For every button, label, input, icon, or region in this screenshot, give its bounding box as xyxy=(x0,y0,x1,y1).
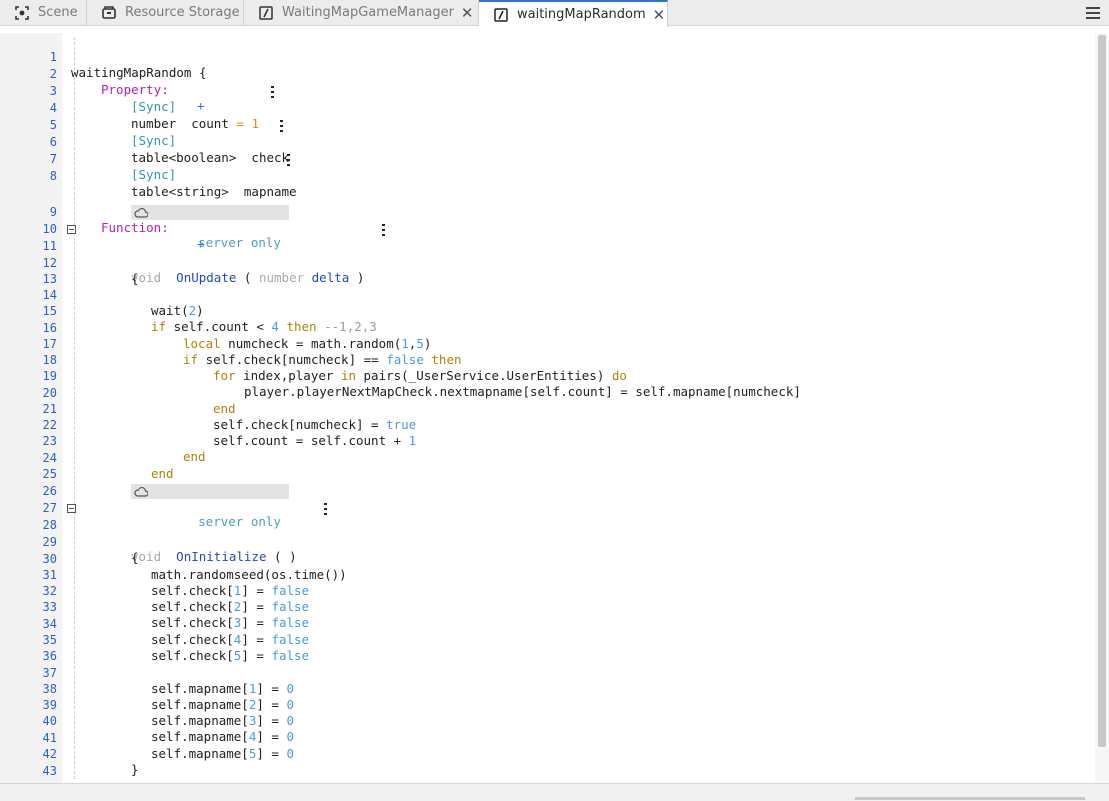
code-line: 17 if self.check[numcheck] == false then xyxy=(0,320,1090,336)
code-line: 5 [Sync] xyxy=(0,101,1090,117)
tab-resource-storage[interactable]: Resource Storage xyxy=(87,0,244,25)
more-options-icon[interactable] xyxy=(280,120,283,132)
code-line: 42 } xyxy=(0,730,1090,746)
tab-label: Scene xyxy=(38,5,78,20)
line-number: 43 xyxy=(0,763,57,779)
tab-label: Resource Storage xyxy=(125,5,240,20)
code-line: 41 self.mapname[5] = 0 xyxy=(0,714,1090,730)
code-line: 13 xyxy=(0,255,1090,271)
code-line: 3 [Sync] xyxy=(0,67,1090,83)
code-editor[interactable]: 1 waitingMapRandom { 2 Property: + 3 [Sy… xyxy=(0,33,1095,783)
code-line: 38 self.mapname[2] = 0 xyxy=(0,665,1090,681)
code-line: 10 server only xyxy=(0,205,1090,221)
code-line: 33 self.check[3] = false xyxy=(0,583,1090,599)
fold-toggle-icon[interactable] xyxy=(67,225,76,234)
more-options-icon[interactable] xyxy=(271,86,274,98)
code-line: 6 table<boolean> check xyxy=(0,118,1090,134)
close-icon[interactable]: ✕ xyxy=(461,4,474,22)
code-line: 24 end xyxy=(0,434,1090,450)
code-line: 37 self.mapname[1] = 0 xyxy=(0,649,1090,665)
code-line: 28 void OnInitialize ( ) xyxy=(0,501,1090,517)
vertical-scrollbar-thumb[interactable] xyxy=(1098,35,1106,747)
close-icon[interactable]: ✕ xyxy=(653,6,666,24)
code-line: 14 wait(2) xyxy=(0,271,1090,287)
code-line: 29 { xyxy=(0,518,1090,534)
cloud-icon xyxy=(134,486,148,497)
tab-scene[interactable]: Scene xyxy=(0,0,87,25)
tab-waitingmapgamemanager[interactable]: WaitingMapGameManager ✕ xyxy=(244,0,479,25)
code-line: 20 end xyxy=(0,369,1090,385)
code-line: 2 Property: + xyxy=(0,50,1090,66)
code-line: 19 player.playerNextMapCheck.nextmapname… xyxy=(0,352,1090,368)
scene-icon xyxy=(14,5,30,21)
code-line: 43 xyxy=(0,747,1090,763)
storage-icon xyxy=(101,5,117,21)
code-line: 8 table<string> mapname xyxy=(0,152,1090,168)
tab-label: WaitingMapGameManager xyxy=(282,5,454,20)
server-only-badge: server only xyxy=(131,484,289,499)
code-line: 16 local numcheck = math.random(1,5) xyxy=(0,304,1090,320)
code-line: 35 self.check[5] = false xyxy=(0,616,1090,632)
tab-label: waitingMapRandom xyxy=(517,7,646,22)
hamburger-menu-icon[interactable] xyxy=(1085,4,1101,20)
cloud-icon xyxy=(134,207,148,218)
code-line: 11 void OnUpdate ( number delta ) xyxy=(0,222,1090,238)
server-only-badge: server only xyxy=(131,205,289,220)
code-line: 18 for index,player in pairs(_UserServic… xyxy=(0,336,1090,352)
code-line: 1 waitingMapRandom { xyxy=(0,33,1090,49)
code-line: 21 self.check[numcheck] = true xyxy=(0,385,1090,401)
script-icon xyxy=(493,7,509,23)
code-line: 31 self.check[1] = false xyxy=(0,551,1090,567)
code-line: 7 [Sync] xyxy=(0,135,1090,151)
code-line: 9 Function: + xyxy=(0,188,1090,204)
tab-bar: Scene Resource Storage WaitingMapGameMan… xyxy=(0,0,1109,26)
line-number: 8 xyxy=(0,168,57,184)
code-line: 22 self.count = self.count + 1 xyxy=(0,401,1090,417)
code-line: 26 xyxy=(0,467,1090,483)
code-line: 36 xyxy=(0,632,1090,648)
tab-waitingmaprandom[interactable]: waitingMapRandom ✕ xyxy=(479,0,668,27)
code-line: 4 number count = 1 xyxy=(0,84,1090,100)
code-line: 34 self.check[4] = false xyxy=(0,600,1090,616)
more-options-icon[interactable] xyxy=(382,224,385,236)
fold-toggle-icon[interactable] xyxy=(67,504,76,513)
code-line: 12 { xyxy=(0,239,1090,255)
sync-tag: [Sync] xyxy=(131,167,176,183)
code-line: 23 end xyxy=(0,417,1090,433)
code-line: 39 self.mapname[3] = 0 xyxy=(0,681,1090,697)
script-icon xyxy=(258,5,274,21)
code-line: 27 server only xyxy=(0,484,1090,500)
code-line: 40 self.mapname[4] = 0 xyxy=(0,697,1090,713)
code-line: 32 self.check[2] = false xyxy=(0,567,1090,583)
code-line: 15 if self.count < 4 then --1,2,3 xyxy=(0,287,1090,303)
code-line: 30 math.randomseed(os.time()) xyxy=(0,535,1090,551)
code-line: 25 } xyxy=(0,450,1090,466)
more-options-icon[interactable] xyxy=(324,503,327,515)
more-options-icon[interactable] xyxy=(287,154,290,166)
